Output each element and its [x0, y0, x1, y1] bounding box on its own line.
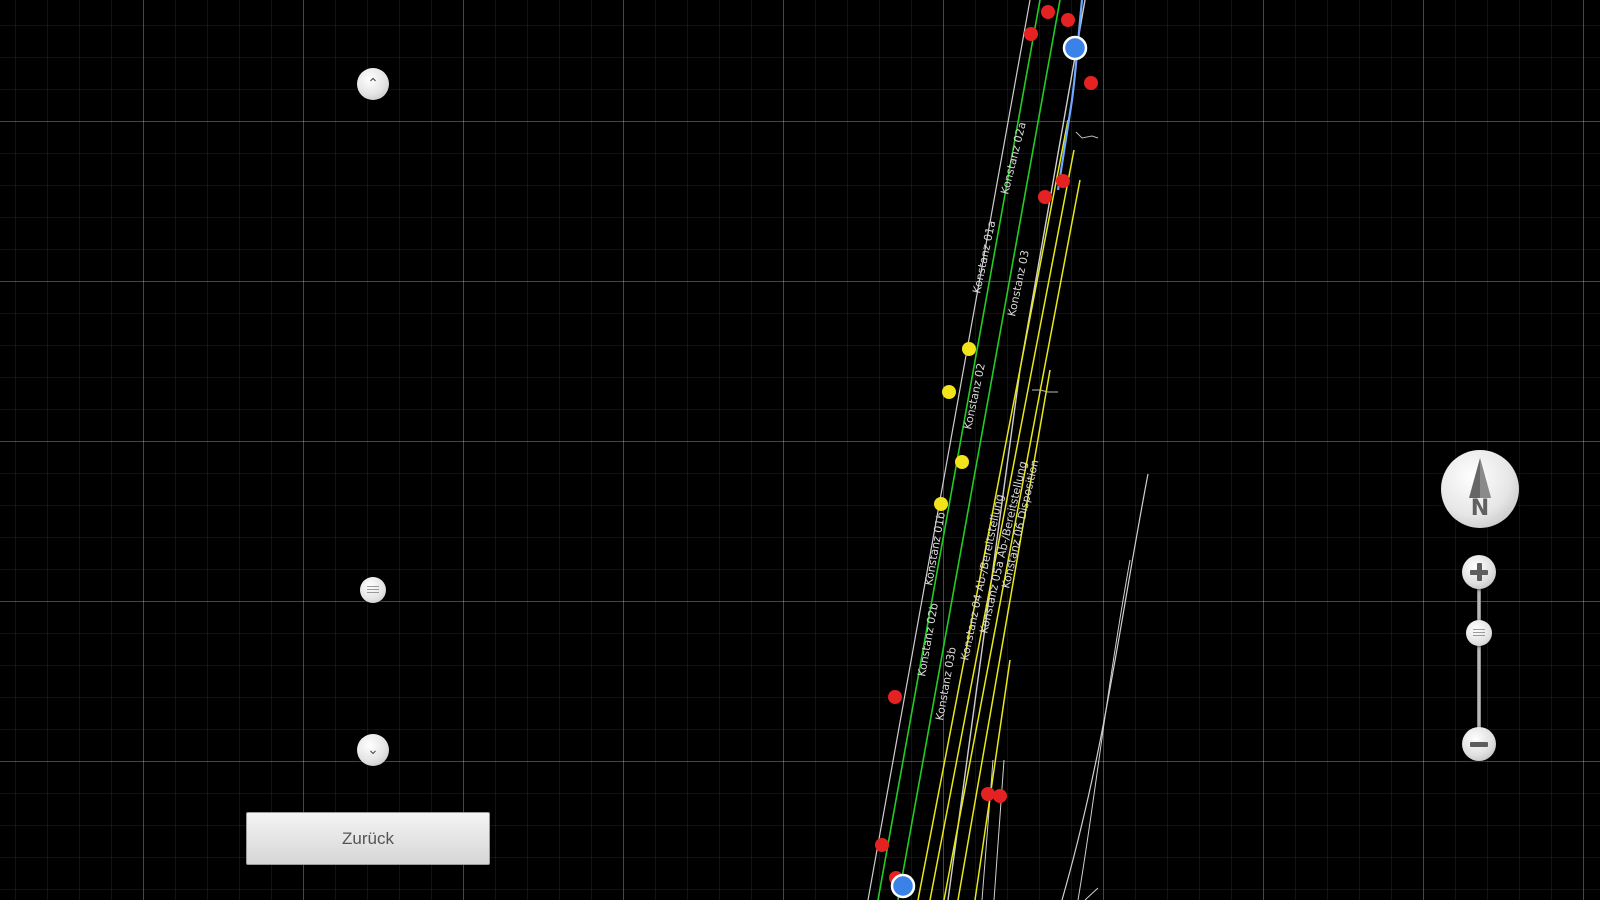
zoom-in-button[interactable] [1462, 555, 1496, 589]
signal-caution[interactable] [962, 342, 976, 356]
track-line [993, 759, 1005, 900]
train-marker[interactable] [1062, 35, 1088, 61]
grip-icon [1473, 629, 1485, 637]
zoom-out-button[interactable] [1462, 727, 1496, 761]
scroll-down-button[interactable]: ⌄ [357, 734, 389, 766]
signal-caution[interactable] [942, 385, 956, 399]
signal-stop[interactable] [1024, 27, 1038, 41]
back-button[interactable]: Zurück [246, 812, 490, 865]
track-label: Konstanz 02a [998, 121, 1029, 196]
track-line [1061, 473, 1149, 900]
track-line [1077, 559, 1131, 900]
signal-stop[interactable] [1061, 13, 1075, 27]
signal-stop[interactable] [981, 787, 995, 801]
train-marker[interactable] [890, 873, 916, 899]
compass-letter: N [1470, 496, 1490, 521]
switch-mark [1075, 131, 1099, 139]
track-diagram: Konstanz 02a Konstanz 01a Konstanz 03 Ko… [867, 0, 1149, 900]
minus-icon [1470, 735, 1488, 753]
signal-stop[interactable] [875, 838, 889, 852]
signal-stop[interactable] [1056, 174, 1070, 188]
switch-mark [1032, 389, 1058, 393]
track-line [1084, 887, 1099, 900]
chevron-down-icon: ⌄ [367, 742, 379, 758]
track-label: Konstanz 01b [922, 511, 948, 587]
compass-north-button[interactable]: N [1441, 450, 1519, 528]
chevron-up-icon: ⌃ [367, 76, 379, 92]
signal-stop[interactable] [1038, 190, 1052, 204]
grip-icon [367, 586, 379, 594]
track-line [974, 659, 1011, 900]
plus-icon [1470, 563, 1488, 581]
scroll-thumb[interactable] [360, 577, 386, 603]
signal-stop[interactable] [888, 690, 902, 704]
scroll-up-button[interactable]: ⌃ [357, 68, 389, 100]
zoom-slider-thumb[interactable] [1466, 620, 1492, 646]
vertical-scroll-control: ⌃ ⌄ [355, 68, 391, 766]
active-route [1056, 0, 1084, 191]
signal-caution[interactable] [955, 455, 969, 469]
zoom-slider-track[interactable] [1477, 576, 1481, 744]
track-plan-view[interactable]: Konstanz 02a Konstanz 01a Konstanz 03 Ko… [0, 0, 1600, 900]
track-line [867, 0, 1031, 900]
track-line [981, 759, 994, 900]
signal-stop[interactable] [1084, 76, 1098, 90]
signal-stop[interactable] [1041, 5, 1055, 19]
signal-caution[interactable] [934, 497, 948, 511]
signal-stop[interactable] [993, 789, 1007, 803]
